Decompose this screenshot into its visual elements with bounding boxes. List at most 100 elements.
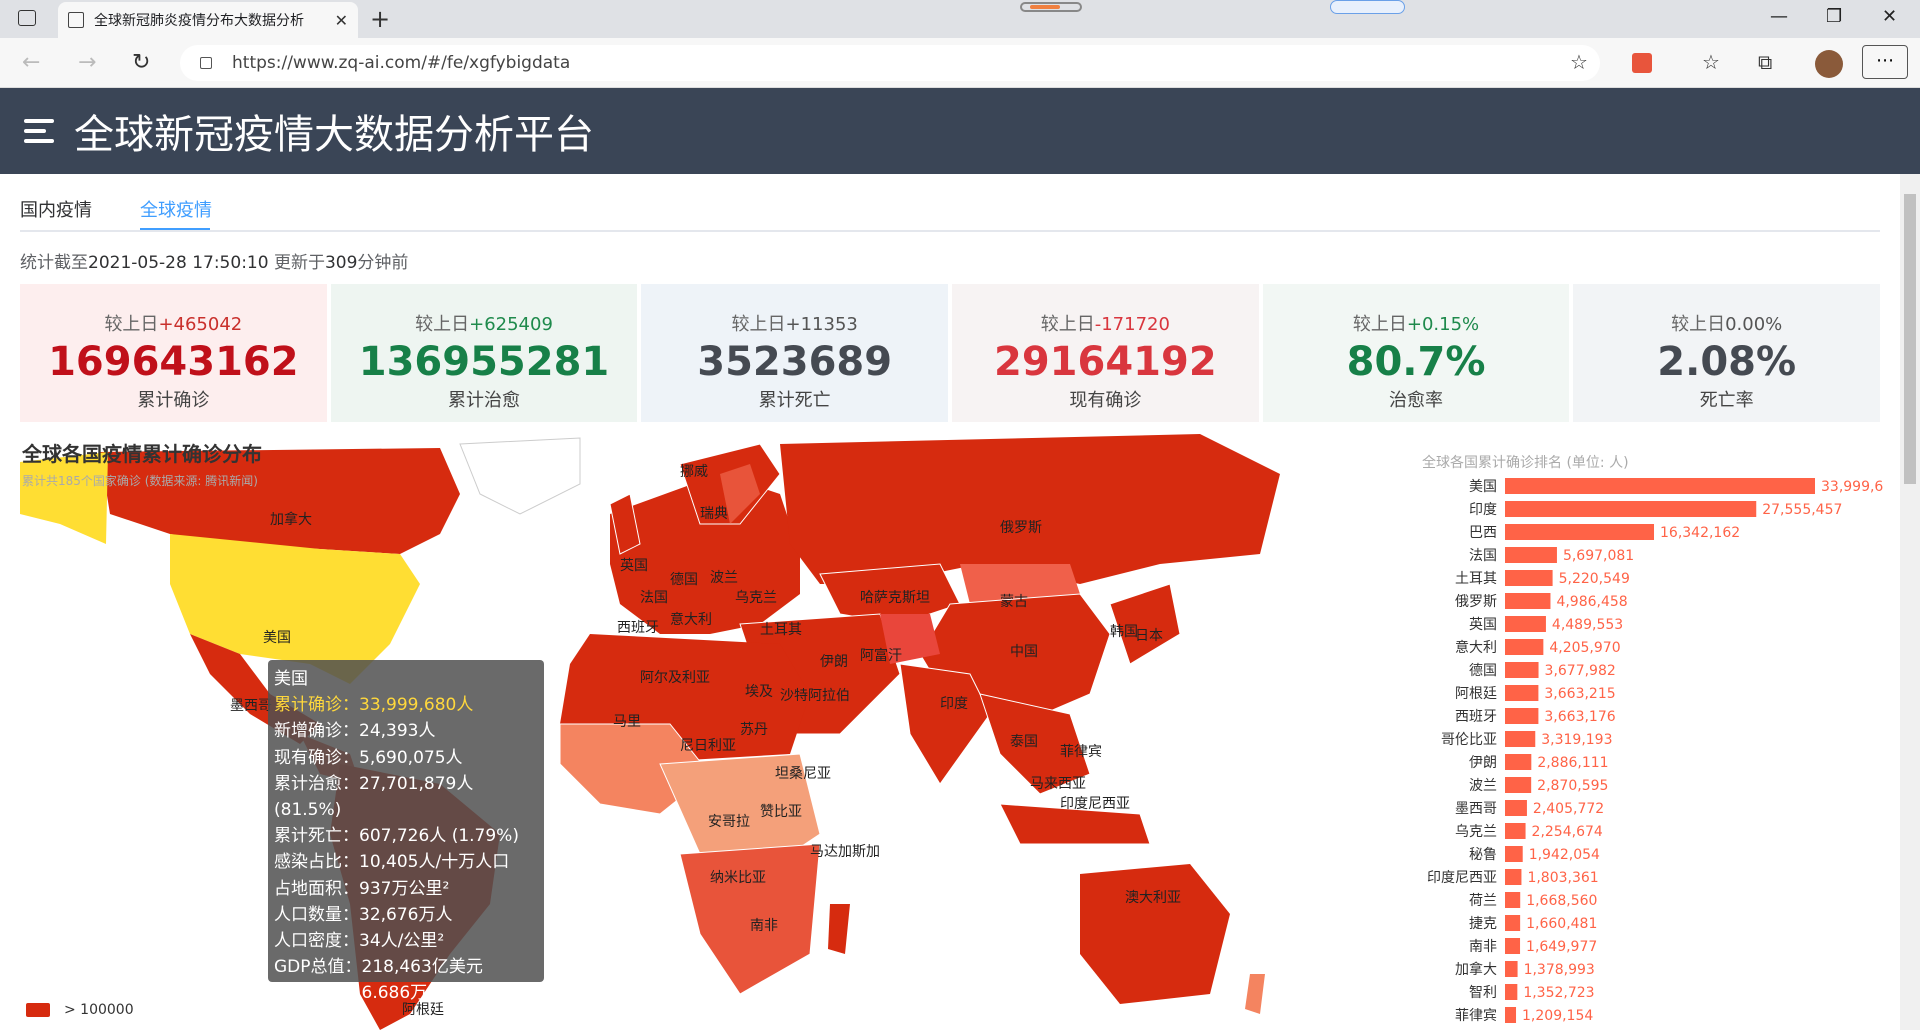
bar-value-label: 1,803,361 — [1527, 870, 1598, 886]
bar[interactable] — [1505, 869, 1522, 885]
card-value: 29164192 — [994, 339, 1217, 385]
bar[interactable] — [1505, 800, 1527, 816]
bar[interactable] — [1505, 777, 1532, 793]
bar[interactable] — [1505, 685, 1539, 701]
card-value: 136955281 — [358, 339, 610, 385]
bar-category-label: 阿根廷 — [1455, 686, 1497, 702]
map-country-label: 挪威 — [680, 464, 708, 480]
map-country-label: 日本 — [1135, 628, 1163, 644]
bar-category-label: 波兰 — [1469, 778, 1497, 794]
map-country-label: 埃及 — [745, 684, 773, 700]
bar[interactable] — [1505, 754, 1532, 770]
favorite-add-icon[interactable]: ☆ — [1570, 50, 1588, 74]
bar-category-label: 哥伦比亚 — [1441, 732, 1497, 748]
bar-category-label: 俄罗斯 — [1455, 594, 1497, 610]
bar[interactable] — [1505, 892, 1521, 908]
bar-category-label: 菲律宾 — [1455, 1008, 1497, 1024]
map-labels: 加拿大美国墨西哥 挪威瑞典俄罗斯英国德国 波兰乌克兰 法国意大利西班牙 哈萨克斯坦 蒙古土… — [230, 464, 1181, 1018]
bar[interactable] — [1505, 961, 1518, 977]
bar[interactable] — [1505, 478, 1815, 494]
bar[interactable] — [1505, 731, 1536, 747]
browser-tab[interactable]: 全球新冠肺炎疫情分布大数据分析 ✕ — [58, 2, 358, 38]
window-menu-icon[interactable] — [18, 10, 36, 26]
map-tooltip: 美国 累计确诊：33,999,680人 新增确诊：24,393人 现有确诊：5,69… — [268, 660, 544, 1003]
tooltip-row: 累计治愈：27,701,879人 (81.5%) — [274, 773, 474, 821]
lock-icon — [200, 57, 212, 69]
bar-value-label: 4,205,970 — [1549, 640, 1620, 656]
bar[interactable] — [1505, 938, 1521, 954]
bar-value-label: 1,660,481 — [1526, 916, 1597, 932]
bar-value-label: 1,352,723 — [1523, 985, 1594, 1001]
tooltip-row: GDP总值：218,463亿美元 — [274, 957, 483, 978]
bar-category-label: 南非 — [1469, 939, 1497, 955]
bar-value-label: 1,942,054 — [1529, 847, 1600, 863]
back-icon[interactable]: ← — [22, 50, 40, 75]
map-country-label: 韩国 — [1110, 624, 1138, 640]
bar-value-label: 5,220,549 — [1559, 571, 1630, 587]
bar[interactable] — [1505, 501, 1757, 517]
bar[interactable] — [1505, 547, 1557, 563]
app-title: 全球新冠疫情大数据分析平台 — [74, 112, 594, 158]
collections-icon[interactable]: ⧉ — [1758, 50, 1772, 74]
map-country-label: 尼日利亚 — [680, 738, 736, 754]
stat-timestamp: 统计截至2021-05-28 17:50:10 更新于309分钟前 — [20, 253, 409, 273]
map-country-label: 德国 — [670, 572, 698, 588]
summary-card: 较上日0.00% 2.08% 死亡率 — [1573, 284, 1881, 422]
map-country-label: 哈萨克斯坦 — [860, 590, 930, 606]
tab-domestic[interactable]: 国内疫情 — [20, 196, 92, 222]
tooltip-row: 累计死亡：607,726人 (1.79%) — [274, 826, 519, 847]
map-country-label: 马来西亚 — [1030, 776, 1086, 792]
address-bar: ← → ↻ https://www.zq-ai.com/#/fe/xgfybig… — [0, 38, 1920, 88]
summary-card: 较上日-171720 29164192 现有确诊 — [952, 284, 1259, 422]
url-field[interactable]: https://www.zq-ai.com/#/fe/xgfybigdata — [180, 45, 1600, 81]
bar[interactable] — [1505, 570, 1553, 586]
bar[interactable] — [1505, 524, 1655, 540]
card-label: 治愈率 — [1389, 390, 1444, 411]
hamburger-menu-icon[interactable] — [24, 119, 54, 143]
maximize-icon[interactable]: ❐ — [1826, 6, 1842, 27]
new-tab-icon[interactable]: + — [370, 5, 390, 33]
media-indicator-icon[interactable] — [1020, 2, 1082, 12]
bar[interactable] — [1505, 616, 1546, 632]
bar-category-label: 土耳其 — [1455, 571, 1497, 587]
page-scrollbar[interactable] — [1900, 174, 1920, 1030]
map-title: 全球各国疫情累计确诊分布 — [22, 442, 262, 466]
url-text: https://www.zq-ai.com/#/fe/xgfybigdata — [232, 53, 571, 73]
page-favicon-icon — [68, 12, 84, 28]
bar[interactable] — [1505, 1007, 1517, 1023]
window-close-icon[interactable]: ✕ — [1882, 6, 1897, 27]
bar[interactable] — [1505, 823, 1526, 839]
bar-value-label: 3,319,193 — [1541, 732, 1612, 748]
map-country-label: 法国 — [640, 590, 668, 606]
bar[interactable] — [1505, 708, 1539, 724]
bar[interactable] — [1505, 915, 1521, 931]
bar[interactable] — [1505, 662, 1539, 678]
bar[interactable] — [1505, 639, 1544, 655]
map-country-label: 苏丹 — [740, 722, 768, 738]
forward-icon[interactable]: → — [78, 50, 96, 75]
tab-global[interactable]: 全球疫情 — [140, 196, 212, 222]
bar[interactable] — [1505, 593, 1551, 609]
bar-category-label: 意大利 — [1455, 639, 1497, 656]
bar-category-label: 法国 — [1469, 548, 1497, 564]
map-country-label: 阿尔及利亚 — [640, 670, 710, 686]
bar-category-label: 印度尼西亚 — [1427, 870, 1497, 886]
more-menu-icon[interactable]: ⋯ — [1862, 45, 1908, 79]
tooltip-row: 累计确诊：33,999,680人 — [274, 695, 474, 716]
refresh-icon[interactable]: ↻ — [132, 50, 150, 75]
favorites-icon[interactable]: ☆ — [1702, 50, 1720, 74]
bar-value-label: 16,342,162 — [1660, 525, 1740, 541]
profile-avatar[interactable] — [1815, 50, 1843, 78]
tab-close-icon[interactable]: ✕ — [335, 11, 348, 30]
tooltip-row: 人口密度：34人/公里² — [274, 931, 445, 952]
bar-value-label: 3,663,215 — [1544, 686, 1615, 702]
bar[interactable] — [1505, 984, 1518, 1000]
bar[interactable] — [1505, 846, 1523, 862]
minimize-icon[interactable]: — — [1770, 6, 1788, 27]
card-compare: 较上日+465042 — [104, 314, 243, 335]
card-value: 2.08% — [1657, 339, 1797, 385]
extension-icon[interactable] — [1632, 53, 1652, 73]
map-country-label: 瑞典 — [700, 506, 728, 522]
card-label: 累计治愈 — [448, 390, 520, 411]
status-pill-icon[interactable] — [1330, 0, 1405, 14]
